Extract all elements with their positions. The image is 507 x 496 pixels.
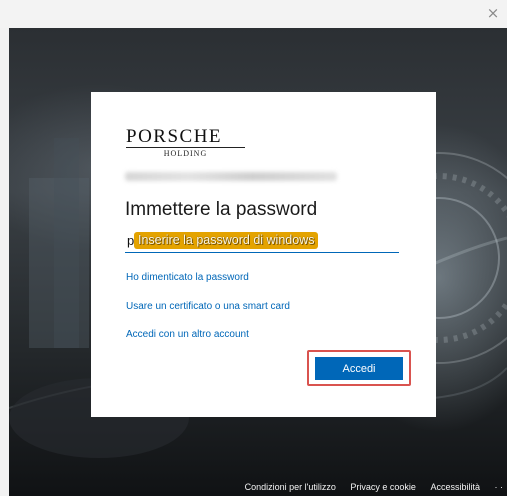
other-account-link[interactable]: Accedi con un altro account <box>126 329 249 340</box>
forgot-password-link[interactable]: Ho dimenticato la password <box>126 272 249 283</box>
account-email-blurred <box>125 172 337 181</box>
footer-privacy-link[interactable]: Privacy e cookie <box>350 482 416 492</box>
certificate-smartcard-link[interactable]: Usare un certificato o una smart card <box>126 301 290 312</box>
title-bar: × <box>0 0 507 28</box>
footer-accessibility-link[interactable]: Accessibilità <box>430 482 480 492</box>
signin-button[interactable]: Accedi <box>315 357 403 380</box>
footer-more-button[interactable]: · · <box>495 482 504 492</box>
annotation-callout: Inserire la password di windows <box>134 232 319 249</box>
footer-terms-link[interactable]: Condizioni per l'utilizzo <box>245 482 336 492</box>
logo-subtext: HOLDING <box>163 149 208 158</box>
logo-divider <box>126 147 245 148</box>
close-icon[interactable]: × <box>485 5 501 21</box>
porsche-logo: PORSCHE <box>126 126 223 147</box>
signin-card: PORSCHE HOLDING Immettere la password In… <box>91 92 436 417</box>
footer: Condizioni per l'utilizzo Privacy e cook… <box>233 482 503 492</box>
page-title: Immettere la password <box>125 199 318 220</box>
